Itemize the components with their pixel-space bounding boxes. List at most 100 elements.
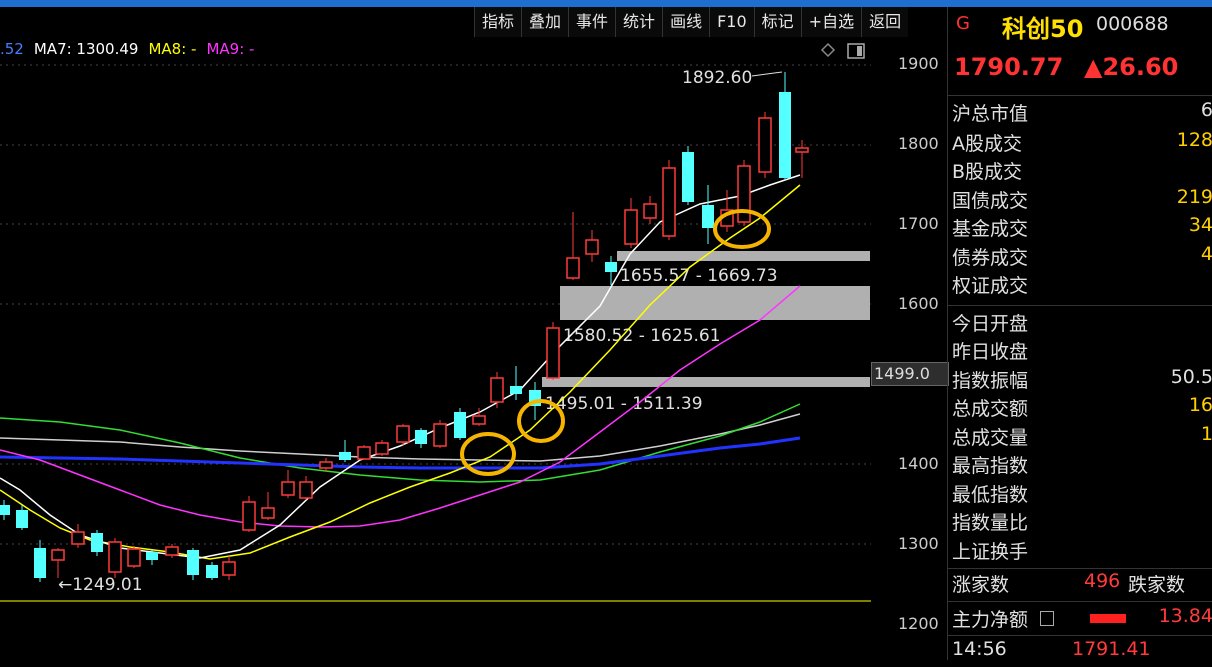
- zone-label-2: 1580.52 - 1625.61: [563, 326, 721, 346]
- y-tick-1600: 1600: [898, 294, 939, 313]
- back-button[interactable]: 返回: [861, 7, 909, 37]
- candle-body: [662, 167, 676, 237]
- g-icon: G: [956, 13, 970, 34]
- list-item: 权证成交: [952, 275, 1029, 297]
- y-tick-1700: 1700: [898, 214, 939, 233]
- decliners-label: 跌家数: [1128, 574, 1186, 596]
- candle-body: [91, 533, 103, 552]
- net-flow-label: 主力净额: [952, 609, 1029, 631]
- list-item: 最低指数: [952, 484, 1029, 506]
- candle-body: [454, 412, 466, 438]
- divider: [948, 568, 1212, 569]
- candle-body: [206, 565, 218, 578]
- y-tick-1400: 1400: [898, 454, 939, 473]
- list-item: A股成交 128: [952, 129, 1212, 155]
- list-item: 总成交额 16: [952, 394, 1212, 420]
- advancers-value: 496: [1084, 570, 1121, 592]
- candle-body: [472, 415, 486, 425]
- candle-body: [339, 452, 351, 460]
- statistics-button[interactable]: 统计: [615, 7, 663, 37]
- candle-body: [546, 327, 560, 379]
- candle-body: [433, 423, 447, 447]
- index-code: 000688: [1096, 13, 1169, 35]
- candle-body: [566, 257, 580, 279]
- list-item: 上证换手: [952, 541, 1029, 563]
- advancers-label: 涨家数: [952, 574, 1010, 596]
- list-item: 基金成交 34: [952, 214, 1212, 240]
- candle-body: [779, 92, 791, 178]
- zone-bar-2: [560, 286, 870, 320]
- candle-body: [51, 549, 65, 561]
- candle-body: [242, 501, 256, 531]
- net-flow-value: 13.84: [1158, 605, 1212, 627]
- candle-body: [758, 117, 772, 173]
- list-icon[interactable]: [1040, 611, 1054, 626]
- ma-white-line: [0, 174, 801, 559]
- add-watchlist-button[interactable]: +自选: [800, 7, 862, 37]
- candle-body: [16, 510, 28, 528]
- current-price-tag: 1499.0: [871, 362, 949, 386]
- quote-header: G 科创50 000688: [948, 7, 1212, 43]
- candle-body: [108, 541, 122, 573]
- tick-price: 1791.41: [1072, 638, 1151, 660]
- last-price: 1790.77: [954, 53, 1064, 81]
- candle-body: [702, 205, 714, 228]
- zone-label-1: 1655.57 - 1669.73: [620, 266, 778, 286]
- high-arrow: [751, 71, 783, 77]
- events-button[interactable]: 事件: [568, 7, 616, 37]
- drawing-button[interactable]: 画线: [662, 7, 710, 37]
- candle-body: [605, 262, 617, 272]
- price-axis: 1900 1800 1700 1600 1400 1300 1200: [872, 37, 947, 660]
- candle-body: [299, 481, 313, 499]
- tick-time: 14:56: [952, 638, 1007, 660]
- ma-yellow-line: [0, 184, 801, 560]
- candle-body: [281, 481, 295, 496]
- ma-green-line: [0, 403, 801, 483]
- indicator-button[interactable]: 指标: [474, 7, 522, 37]
- divider: [948, 601, 1212, 602]
- f10-button[interactable]: F10: [709, 7, 754, 37]
- candle-body: [357, 446, 371, 460]
- index-name[interactable]: 科创50: [1002, 9, 1083, 44]
- candle-body: [737, 165, 751, 223]
- list-item: 指数振幅 50.5: [952, 366, 1212, 392]
- candle-body: [222, 561, 236, 576]
- chart-toolbar: 指标 叠加 事件 统计 画线 F10 标记 +自选 返回: [474, 7, 909, 37]
- list-item: 国债成交 219: [952, 186, 1212, 212]
- y-tick-1900: 1900: [898, 54, 939, 73]
- candle-body: [146, 552, 158, 560]
- candle-body: [0, 505, 10, 515]
- divider: [948, 635, 1212, 636]
- list-item: B股成交: [952, 161, 1023, 183]
- list-item: 债券成交 4: [952, 243, 1212, 269]
- mark-button[interactable]: 标记: [753, 7, 801, 37]
- zone-bar-1: [617, 251, 870, 261]
- zone-label-3: 1495.01 - 1511.39: [545, 394, 703, 414]
- y-tick-1800: 1800: [898, 134, 939, 153]
- high-label: 1892.60: [682, 68, 752, 88]
- candle-body: [319, 461, 333, 469]
- list-item: 沪总市值 6: [952, 99, 1212, 125]
- advance-decline-row: 涨家数 496 跌家数: [948, 570, 1212, 599]
- tick-row: 14:56 1791.41: [948, 638, 1212, 667]
- overlay-button[interactable]: 叠加: [521, 7, 569, 37]
- diamond-icon[interactable]: [820, 42, 836, 58]
- candle-body: [396, 425, 410, 443]
- highlight-circle-2: [517, 399, 565, 443]
- price-change: ▲26.60: [1084, 53, 1179, 81]
- y-tick-1200: 1200: [898, 614, 939, 633]
- divider: [948, 305, 1212, 306]
- candle-body: [624, 209, 638, 245]
- top-accent-bar: [0, 0, 1212, 7]
- candle-body: [643, 203, 657, 219]
- zone-bar-3: [542, 377, 870, 387]
- low-label: ←1249.01: [58, 575, 143, 595]
- candle-body: [585, 239, 599, 255]
- candle-body: [490, 377, 504, 403]
- candle-body: [415, 430, 427, 444]
- y-tick-1300: 1300: [898, 534, 939, 553]
- candle-body: [261, 507, 275, 519]
- quote-panel: G 科创50 000688 1790.77 ▲26.60 沪总市值 6 A股成交 1…: [947, 7, 1212, 660]
- list-item: 总成交量 1: [952, 423, 1212, 449]
- kline-chart[interactable]: 1655.57 - 1669.73 1580.52 - 1625.61 1495…: [0, 37, 871, 660]
